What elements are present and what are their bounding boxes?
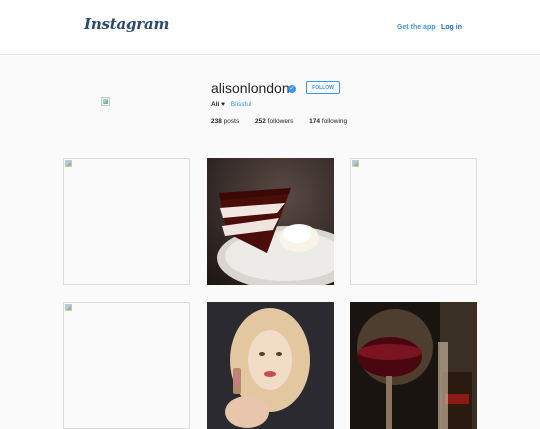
followers-count: 252 bbox=[255, 118, 266, 125]
instagram-logo[interactable]: Instagram bbox=[84, 15, 169, 33]
top-navigation-bar: Instagram Get the app Log in bbox=[0, 0, 540, 55]
posts-stat: 238 posts bbox=[211, 118, 239, 125]
profile-stats: 238 posts 252 followers 174 following bbox=[211, 118, 361, 125]
post-tile-wine-photo[interactable] bbox=[350, 302, 477, 429]
get-the-app-link[interactable]: Get the app bbox=[397, 24, 436, 31]
followers-stat[interactable]: 252 followers bbox=[255, 118, 293, 125]
verified-check-icon: ✓ bbox=[288, 85, 296, 93]
wine-photo-image bbox=[350, 302, 477, 429]
cake-photo-image bbox=[207, 158, 334, 285]
bio-link[interactable]: Blissful bbox=[231, 101, 252, 108]
follow-button[interactable]: FOLLOW bbox=[306, 81, 340, 94]
log-in-link[interactable]: Log in bbox=[441, 24, 462, 31]
post-tile-broken-image[interactable] bbox=[63, 302, 190, 429]
broken-image-icon bbox=[65, 304, 72, 311]
following-label: following bbox=[321, 118, 348, 125]
profile-display-name: Ali bbox=[211, 101, 220, 108]
posts-count: 238 bbox=[211, 118, 222, 125]
heart-icon: ♥ bbox=[221, 101, 225, 108]
profile-bio: Ali ♥ Blissful bbox=[211, 101, 251, 108]
broken-image-icon bbox=[352, 160, 359, 167]
profile-username: alisonlondon bbox=[211, 80, 290, 96]
broken-image-icon bbox=[65, 160, 72, 167]
post-tile-portrait-photo[interactable] bbox=[207, 302, 334, 429]
followers-label: followers bbox=[267, 118, 294, 125]
post-tile-broken-image[interactable] bbox=[350, 158, 477, 285]
posts-label: posts bbox=[223, 118, 240, 125]
post-tile-cake-photo[interactable] bbox=[207, 158, 334, 285]
post-tile-broken-image[interactable] bbox=[63, 158, 190, 285]
profile-avatar-broken-image-icon bbox=[101, 97, 110, 106]
portrait-photo-image bbox=[207, 302, 334, 429]
following-count: 174 bbox=[309, 118, 321, 125]
following-stat[interactable]: 174 following bbox=[309, 118, 347, 125]
